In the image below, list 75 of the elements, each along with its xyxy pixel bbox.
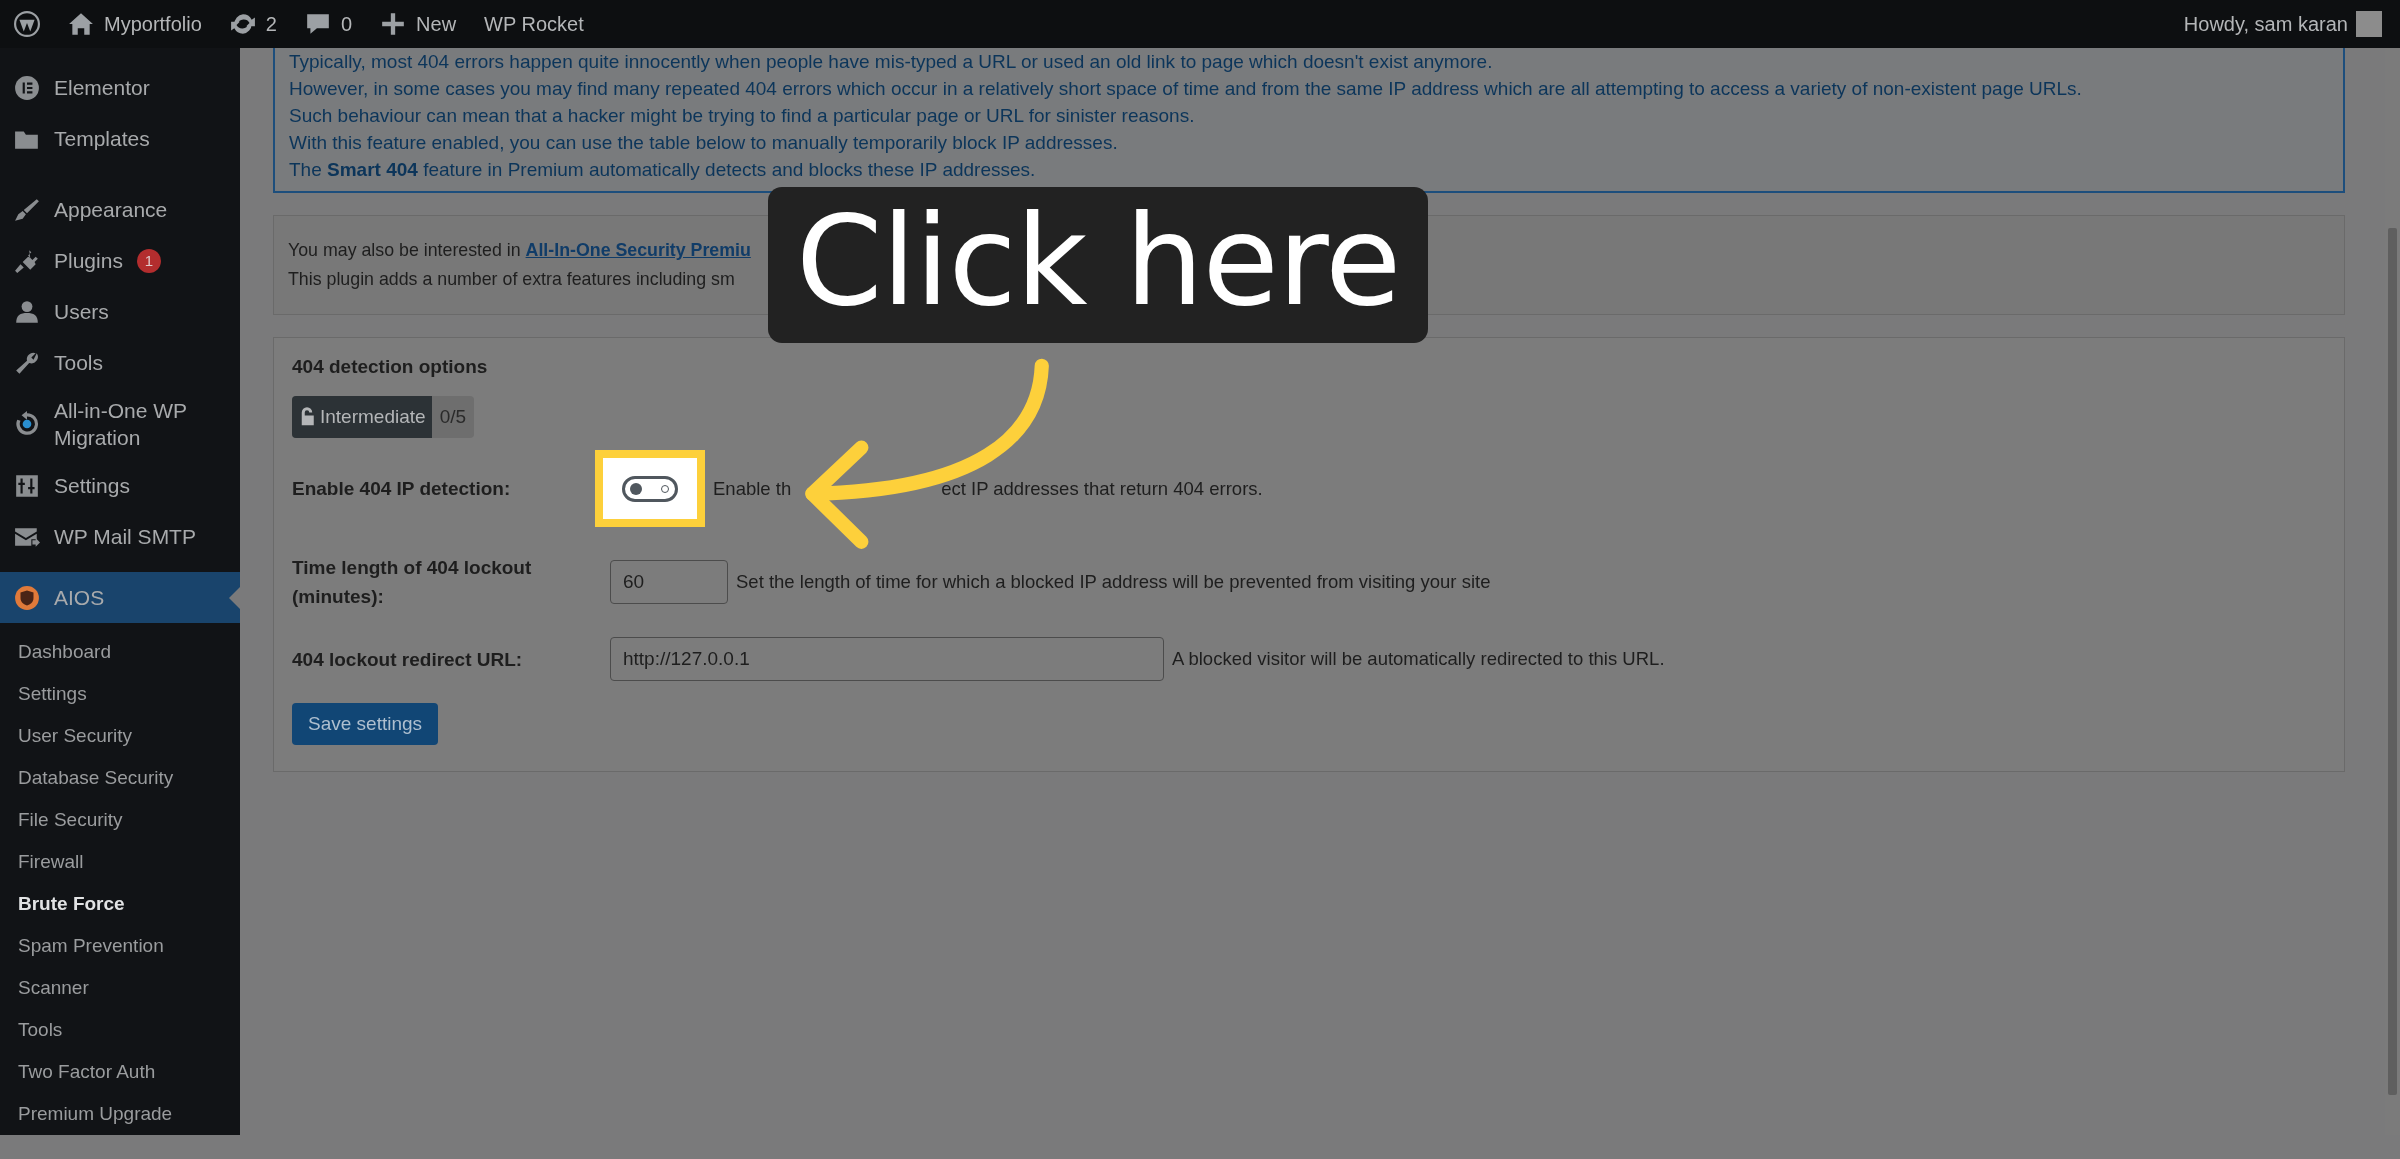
info-text: Such behaviour can mean that a hacker might be trying to find a particular page or URL for sinister reasons. xyxy=(289,104,1196,128)
count-badge: 1 xyxy=(136,248,161,273)
sidebar-item[interactable]: Tools xyxy=(0,337,240,388)
sidebar-item[interactable]: Users xyxy=(0,286,240,337)
notice-text: This plugin adds a number of extra features including sm xyxy=(288,268,736,291)
sidebar-item-label: All-in-One WP Migration xyxy=(54,398,188,451)
wordpress-logo-icon[interactable] xyxy=(14,11,40,37)
admin-bar-link[interactable]: Myportfolio xyxy=(104,12,202,36)
submenu-item[interactable]: Two Factor Auth xyxy=(0,1051,240,1093)
admin-bar-link[interactable]: New xyxy=(416,12,457,36)
sidebar-item-label: Appearance xyxy=(54,197,168,223)
level-score: 0/5 xyxy=(438,405,468,429)
submenu-item[interactable]: File Security xyxy=(0,799,240,841)
sidebar-item[interactable]: Templates xyxy=(0,113,240,164)
sidebar-item-label: Tools xyxy=(54,350,104,376)
admin-bar-link[interactable]: 0 xyxy=(340,12,353,36)
callout: Click here xyxy=(768,187,1429,344)
sidebar-item-label: AIOS xyxy=(54,585,105,611)
level-label: Intermediate xyxy=(320,406,426,428)
avatar[interactable] xyxy=(2356,11,2382,37)
user-icon xyxy=(14,298,40,325)
admin-bar-link[interactable]: WP Rocket xyxy=(484,12,584,36)
sidebar-item[interactable]: All-in-One WP Migration xyxy=(0,388,240,460)
scrollbar-thumb[interactable] xyxy=(2388,228,2397,1095)
sidebar-item-label: Settings xyxy=(54,473,130,499)
sidebar-item-label: Elementor xyxy=(54,75,150,101)
info-text: With this feature enabled, you can use the table below to manually temporarily block IP addresses. xyxy=(289,131,1119,155)
brush-icon xyxy=(14,196,40,223)
sidebar-item[interactable]: Appearance xyxy=(0,184,240,235)
info-text: The Smart 404 feature in Premium automatically detects and blocks these IP addresses. xyxy=(289,158,1037,182)
submenu-item[interactable]: Settings xyxy=(0,673,240,715)
toggle-switch[interactable] xyxy=(622,475,678,502)
notice-text: You may also be interested in xyxy=(288,240,522,260)
circular-arrow-icon xyxy=(14,411,40,437)
field-description: Set the length of time for which a blocked IP address will be prevented from visiting your site xyxy=(736,571,1491,593)
shield-icon xyxy=(14,584,40,611)
submenu-item[interactable]: Spam Prevention xyxy=(0,925,240,967)
field-label: Time length of 404 lockout (minutes): xyxy=(292,556,533,609)
sidebar-item[interactable]: Plugins 1 xyxy=(0,235,240,286)
sidebar-item[interactable]: AIOS xyxy=(0,572,240,623)
info-text: However, in some cases you may find many repeated 404 errors which occur in a relatively short space of time and from the same IP address which are all attempting to access a variety of non-existent page URLs. xyxy=(289,77,2083,101)
input-field[interactable]: http://127.0.0.1 xyxy=(610,637,1164,681)
info-text: Typically, most 404 errors happen quite innocently when people have mis-typed a URL or used an old link to page which doesn't exist anymore. xyxy=(289,50,1494,74)
sidebar-item-label: Users xyxy=(54,299,109,325)
submenu-item[interactable]: Scanner xyxy=(0,967,240,1009)
field-label: 404 lockout redirect URL: xyxy=(292,647,524,672)
plug-icon xyxy=(14,247,40,274)
sidebar-item[interactable]: Elementor xyxy=(0,62,240,113)
submenu-item[interactable]: Premium Upgrade xyxy=(0,1093,240,1135)
sidebar-item-label: WP Mail SMTP xyxy=(54,524,196,550)
field-label: Enable 404 IP detection: xyxy=(292,477,512,501)
submenu-item[interactable]: Brute Force xyxy=(0,883,240,925)
plus-icon xyxy=(380,11,407,37)
submenu-item[interactable]: Dashboard xyxy=(0,631,240,673)
admin-bar-link[interactable]: 2 xyxy=(265,12,277,36)
submenu-item[interactable]: Firewall xyxy=(0,841,240,883)
account-greeting[interactable]: Howdy, sam karan xyxy=(2183,12,2348,36)
submenu-item[interactable]: Tools xyxy=(0,1009,240,1051)
panel-title: 404 detection options xyxy=(292,356,489,378)
sliders-icon xyxy=(14,472,40,499)
save-button[interactable]: Save settings xyxy=(292,703,439,745)
sidebar-item-label: Templates xyxy=(54,126,150,152)
sidebar-item-label: Plugins xyxy=(54,248,123,274)
input-field[interactable]: 60 xyxy=(610,560,728,604)
submenu-item[interactable]: User Security xyxy=(0,715,240,757)
sidebar-item[interactable]: Settings xyxy=(0,460,240,511)
speech-bubble-icon xyxy=(304,11,331,37)
refresh-icon xyxy=(229,11,256,37)
field-description: Enable th xyxy=(713,477,792,500)
field-description: A blocked visitor will be automatically redirected to this URL. xyxy=(1172,648,1665,670)
field-description: ect IP addresses that return 404 errors. xyxy=(941,477,1263,500)
submenu-item[interactable]: Database Security xyxy=(0,757,240,799)
sidebar-item[interactable]: WP Mail SMTP xyxy=(0,511,240,562)
elementor-icon xyxy=(14,74,40,101)
home-icon xyxy=(68,11,94,37)
